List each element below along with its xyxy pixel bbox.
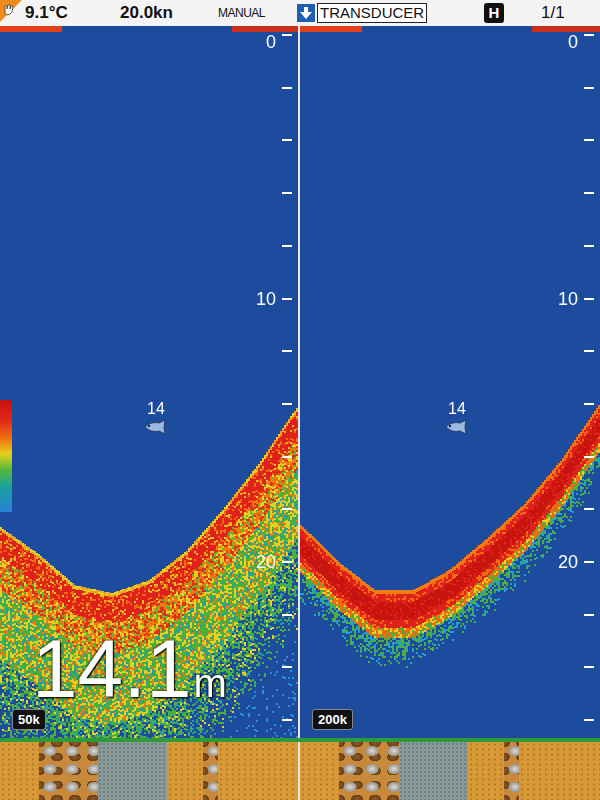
depth-tick [584, 719, 594, 721]
depth-tick [282, 298, 292, 300]
seabed-panel [300, 742, 600, 800]
seabed-segment [339, 742, 399, 800]
depth-tick [282, 34, 292, 36]
depth-tick [282, 561, 292, 563]
depth-label: 20 [236, 552, 276, 572]
depth-label: 20 [538, 552, 578, 572]
echo-panel: 0 10 20 14 200k [300, 32, 600, 738]
seabed-strip [0, 742, 600, 800]
seabed-segment [468, 742, 504, 800]
status-speed: 20.0kn [120, 0, 173, 26]
depth-tick [282, 350, 292, 352]
seabed-segment [399, 742, 468, 800]
status-source[interactable]: TRANSDUCER [317, 3, 427, 23]
menu-hand-icon[interactable] [0, 0, 22, 22]
depth-tick [584, 614, 594, 616]
seabed-segment [167, 742, 203, 800]
fish-depth-label: 14 [147, 400, 165, 418]
seabed-segment [519, 742, 600, 800]
seabed-segment [39, 742, 99, 800]
status-bar: 9.1°C 20.0kn MANUAL TRANSDUCER H 1/1 [0, 0, 600, 26]
fish-icon [143, 420, 169, 434]
status-mode: MANUAL [218, 0, 265, 26]
depth-tick [282, 508, 292, 510]
color-scale [0, 400, 12, 512]
depth-tick [584, 561, 594, 563]
fish-depth-label: 14 [448, 400, 466, 418]
depth-tick [282, 719, 292, 721]
seabed-segment [300, 742, 339, 800]
seabed-panel [0, 742, 298, 800]
depth-unit: m [194, 661, 227, 705]
depth-tick [584, 87, 594, 89]
depth-tick [584, 350, 594, 352]
transducer-down-icon [297, 4, 315, 22]
depth-tick [584, 456, 594, 458]
depth-tick [282, 139, 292, 141]
status-badge: H [484, 3, 504, 23]
seabed-segment [98, 742, 167, 800]
depth-tick [282, 87, 292, 89]
fish-marker[interactable]: 14 [444, 400, 470, 434]
depth-readout: 14.1m [32, 626, 227, 712]
depth-tick [584, 34, 594, 36]
depth-label: 0 [538, 32, 578, 52]
depth-tick [584, 192, 594, 194]
seabed-segment [0, 742, 39, 800]
depth-tick [584, 245, 594, 247]
frequency-badge[interactable]: 200k [312, 709, 353, 730]
seabed-segment [504, 742, 519, 800]
fish-icon [444, 420, 470, 434]
depth-tick [584, 403, 594, 405]
fish-marker[interactable]: 14 [143, 400, 169, 434]
status-water-temp: 9.1°C [25, 0, 68, 26]
depth-tick [282, 456, 292, 458]
seabed-segment [203, 742, 218, 800]
depth-tick [282, 192, 292, 194]
echogram [300, 32, 600, 738]
echo-display: 0 10 20 14 50k14.1m 0 10 20 14 200k [0, 32, 600, 738]
depth-label: 10 [236, 289, 276, 309]
echo-panel: 0 10 20 14 50k14.1m [0, 32, 298, 738]
depth-tick [282, 403, 292, 405]
depth-value: 14.1 [32, 626, 192, 712]
frequency-badge[interactable]: 50k [12, 709, 46, 730]
depth-tick [282, 666, 292, 668]
depth-tick [282, 245, 292, 247]
seabed-segment [218, 742, 298, 800]
depth-tick [584, 666, 594, 668]
depth-tick [584, 139, 594, 141]
status-page: 1/1 [541, 0, 565, 26]
depth-tick [584, 508, 594, 510]
depth-label: 10 [538, 289, 578, 309]
depth-label: 0 [236, 32, 276, 52]
depth-tick [282, 614, 292, 616]
depth-tick [584, 298, 594, 300]
